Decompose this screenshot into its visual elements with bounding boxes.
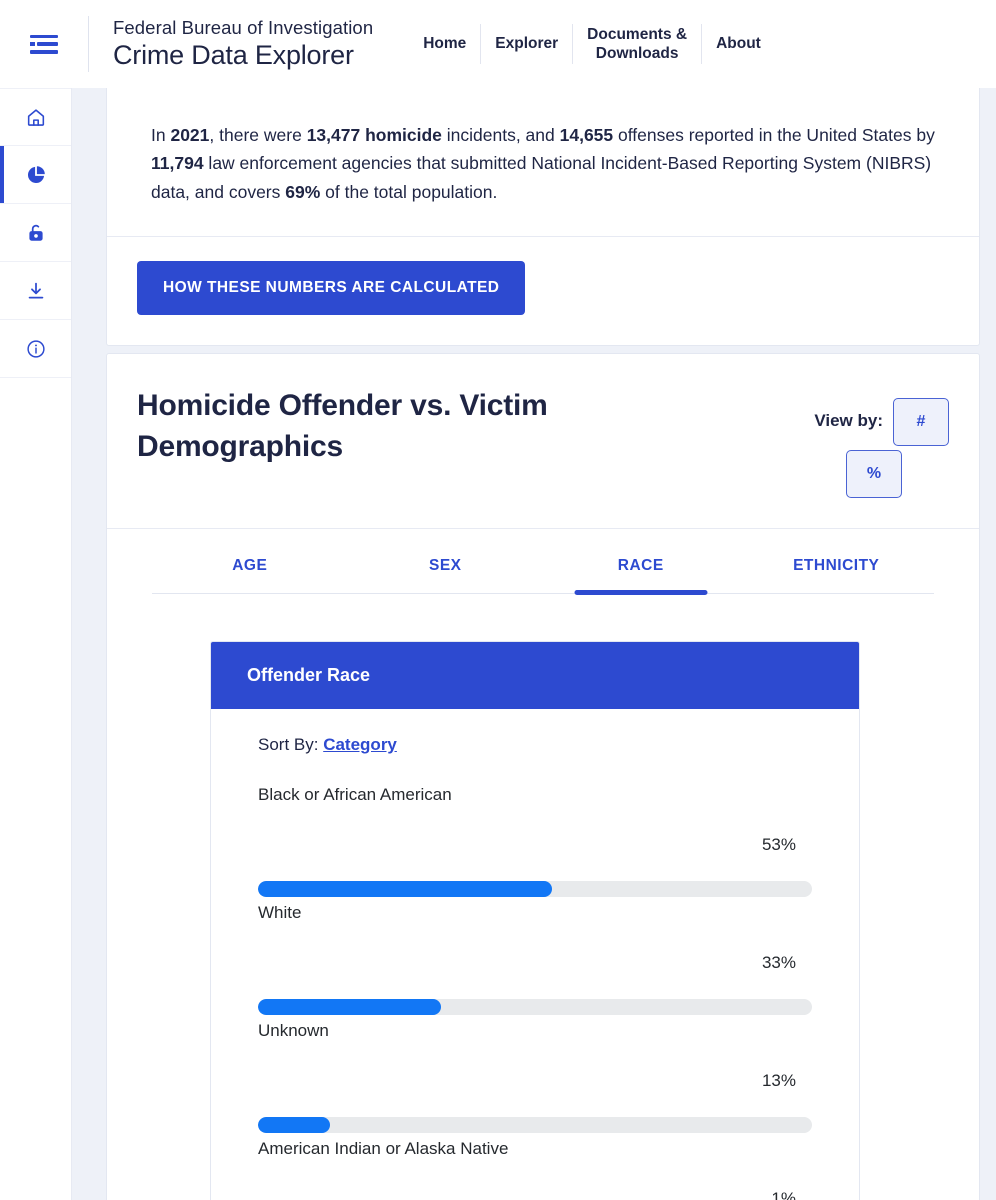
tab-race[interactable]: RACE <box>543 557 739 593</box>
bar-category-label: American Indian or Alaska Native <box>258 1139 509 1158</box>
summary-text-p1: In <box>151 125 171 145</box>
sidebar-item-explorer[interactable] <box>0 146 71 204</box>
bar-category-label: White <box>258 903 302 922</box>
tabs-rule <box>152 593 934 594</box>
brand-logo[interactable]: Federal Bureau of Investigation Crime Da… <box>113 19 387 69</box>
sort-by-control: Sort By: Category <box>258 735 812 755</box>
summary-offenses: 14,655 <box>559 125 614 145</box>
bar-value-label: 53% <box>761 835 796 854</box>
home-icon <box>25 106 47 128</box>
bar-row: Black or African American 53% <box>258 785 812 897</box>
view-by-percent-button[interactable]: % <box>846 450 902 498</box>
summary-actions: HOW THESE NUMBERS ARE CALCULATED <box>107 237 979 345</box>
offender-race-panel-title: Offender Race <box>211 642 859 709</box>
brand-agency-name: Federal Bureau of Investigation <box>113 17 374 39</box>
offender-race-chart: Sort By: Category Black or African Ameri… <box>211 709 859 1200</box>
nav-item-documents-downloads[interactable]: Documents & Downloads <box>573 25 701 64</box>
nav-item-about[interactable]: About <box>702 34 775 53</box>
hamburger-icon <box>30 34 58 54</box>
demographics-header: Homicide Offender vs. Victim Demographic… <box>107 354 979 529</box>
sidebar-item-about[interactable] <box>0 320 71 378</box>
header-divider <box>88 16 89 72</box>
lock-icon <box>25 222 47 244</box>
demographics-tabs: AGE SEX RACE ETHNICITY <box>107 529 979 593</box>
sidebar-item-downloads[interactable] <box>0 262 71 320</box>
bar-fill <box>258 1117 331 1133</box>
bar-value-label: 33% <box>761 953 796 972</box>
bar-value-label: 1% <box>771 1189 796 1200</box>
summary-coverage: 69% <box>285 181 321 202</box>
brand-product-name: Crime Data Explorer <box>113 39 354 70</box>
sort-by-label: Sort By: <box>258 735 319 754</box>
how-numbers-calculated-button[interactable]: HOW THESE NUMBERS ARE CALCULATED <box>137 261 526 316</box>
nav-item-home[interactable]: Home <box>409 34 480 53</box>
nav-item-explorer[interactable]: Explorer <box>481 34 572 53</box>
bar-row: Unknown 13% <box>258 1021 812 1133</box>
bar-row: White 33% <box>258 903 812 1015</box>
summary-text-p6: of the total population. <box>320 181 498 202</box>
main-nav: Home Explorer Documents & Downloads Abou… <box>387 0 996 88</box>
sidebar-rail <box>0 88 72 1200</box>
pie-chart-icon <box>25 164 47 186</box>
offender-race-panel: Offender Race Sort By: Category Black or… <box>210 641 860 1200</box>
page-title: Homicide Offender vs. Victim Demographic… <box>137 389 548 463</box>
bar-track <box>258 999 812 1015</box>
page-canvas: In 2021, there were 13,477 homicide inci… <box>72 88 996 1200</box>
summary-paragraph: In 2021, there were 13,477 homicide inci… <box>107 88 979 236</box>
summary-text-p4: offenses reported in the United States b… <box>613 125 935 145</box>
tab-sex[interactable]: SEX <box>348 557 544 593</box>
view-by-number-button[interactable]: # <box>893 398 949 446</box>
summary-agencies: 11,794 <box>151 153 204 174</box>
view-by-control: View by: # % <box>753 386 949 498</box>
info-icon <box>25 338 47 360</box>
demographics-card: Homicide Offender vs. Victim Demographic… <box>106 353 980 1200</box>
bar-category-label: Black or African American <box>258 785 452 804</box>
bar-category-label: Unknown <box>258 1021 329 1040</box>
bar-track <box>258 1117 812 1133</box>
view-by-label: View by: <box>814 411 883 430</box>
summary-card: In 2021, there were 13,477 homicide inci… <box>106 88 980 347</box>
bar-list: Black or African American 53% White 33% Unkn… <box>258 785 812 1200</box>
menu-button[interactable] <box>0 0 88 88</box>
bar-track <box>258 881 812 897</box>
summary-text-p3: incidents, and <box>441 125 560 145</box>
tab-ethnicity[interactable]: ETHNICITY <box>739 557 935 593</box>
bar-value-label: 13% <box>761 1071 796 1090</box>
sidebar-item-home[interactable] <box>0 88 71 146</box>
tab-age[interactable]: AGE <box>152 557 348 593</box>
bar-row: American Indian or Alaska Native 1% <box>258 1139 812 1200</box>
download-icon <box>25 280 47 302</box>
summary-text-p2: , there were <box>209 125 307 145</box>
sort-by-value-link[interactable]: Category <box>323 735 397 754</box>
app-header: Federal Bureau of Investigation Crime Da… <box>0 0 996 88</box>
summary-year: 2021 <box>170 125 210 145</box>
bar-fill <box>258 881 552 897</box>
summary-text-p5: law enforcement agencies that submitted … <box>151 153 932 202</box>
sidebar-item-crime-data[interactable] <box>0 204 71 262</box>
summary-incidents: 13,477 homicide <box>306 125 442 145</box>
bar-fill <box>258 999 441 1015</box>
